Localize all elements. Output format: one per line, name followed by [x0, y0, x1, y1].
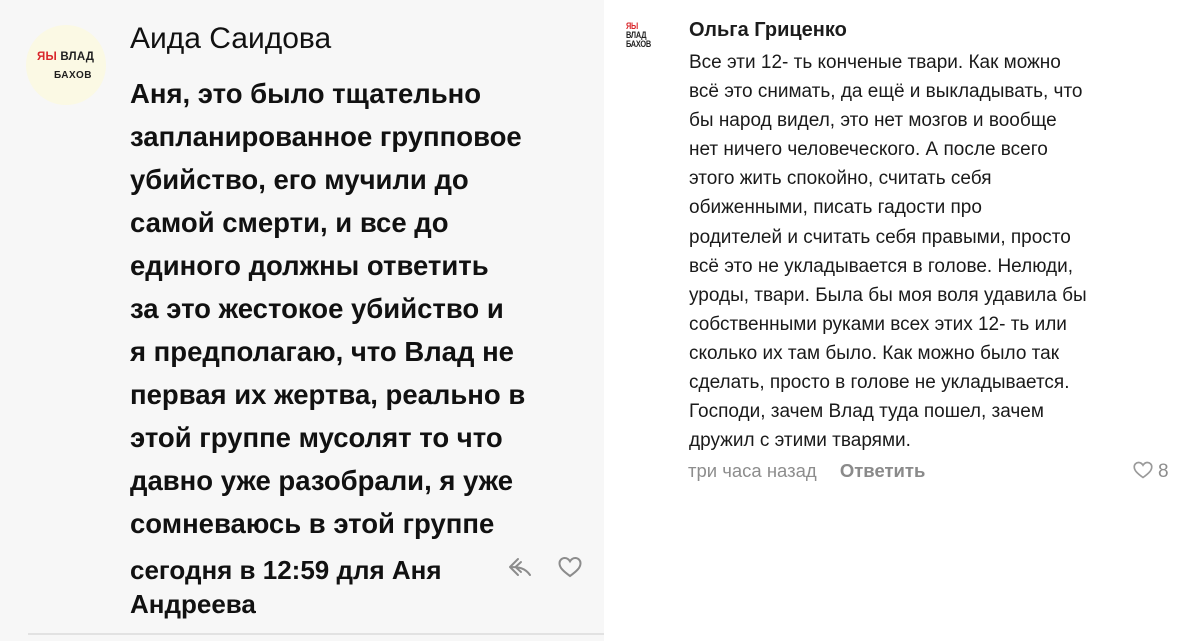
like-button[interactable]: 8 — [1132, 460, 1169, 483]
comment-text-line: всё это снимать, да ещё и выкладывать, ч… — [689, 81, 1083, 103]
comment-text-line: уроды, твари. Была бы моя воля удавила б… — [689, 284, 1087, 306]
comment-text-line: запланированное групповое — [130, 121, 522, 152]
comment-author[interactable]: Ольга Гриценко — [689, 19, 847, 42]
comment-text-line: за это жестокое убийство и — [130, 293, 504, 324]
like-count: 8 — [1158, 461, 1169, 482]
panel-divider — [604, 0, 618, 641]
reply-button[interactable]: Ответить — [840, 460, 926, 481]
comment-text-line: бы народ видел, это нет мозгов и вообще — [689, 110, 1057, 132]
comment-text-line: давно уже разобрали, я уже — [130, 465, 514, 496]
comment-text-line: убийство, его мучили до — [130, 164, 469, 195]
comment-text-line: сколько их там было. Как можно было так — [689, 342, 1060, 364]
comment-timestamp[interactable]: сегодня в 12:59 для Аня — [130, 553, 490, 587]
avatar[interactable]: ЯЫ ВЛАД БАХОВ — [626, 22, 660, 62]
comment-text-line: я предполагаю, что Влад не — [130, 336, 514, 367]
reply-icon[interactable] — [506, 555, 534, 579]
comment-text-line: первая их жертва, реально в — [130, 379, 526, 410]
comment-text-line: самой смерти, и все до — [130, 207, 449, 238]
comment-text-line: Все эти 12- ть конченые твари. Как можно — [689, 52, 1061, 73]
avatar-logo-text: ВЛАД — [60, 51, 95, 63]
comment-text-line: единого должны ответить — [130, 250, 489, 281]
comment-reply-to[interactable]: Андреева — [130, 587, 490, 621]
comment-meta: сегодня в 12:59 для Аня Андреева — [130, 553, 490, 621]
avatar-logo-text: БАХОВ — [626, 39, 651, 49]
avatar[interactable]: ЯЫ ВЛАД БАХОВ — [26, 25, 106, 105]
comment-text-line: Аня, это было тщательно — [130, 78, 482, 109]
heart-icon — [1133, 461, 1153, 479]
avatar-logo-line2: БАХОВ — [54, 70, 92, 81]
comment-text-line: родителей и считать себя правыми, просто — [689, 226, 1071, 248]
comment-text-line: этого жить спокойно, считать себя — [689, 168, 992, 190]
comment-author[interactable]: Аида Саидова — [130, 22, 331, 56]
comment-text-line: Господи, зачем Влад туда пошел, зачем — [689, 401, 1044, 423]
comment-text-line: сомневаюсь в этой группе — [130, 508, 495, 539]
comment-text-line: сделать, просто в голове не укладывается… — [689, 372, 1070, 394]
comment-text-line: собственными руками всех этих 12- ть или — [689, 313, 1067, 335]
comment-timestamp[interactable]: три часа назад — [688, 460, 817, 481]
avatar-logo-line1: ЯЫ ВЛАД — [37, 51, 94, 63]
avatar-logo-red-text: ЯЫ — [37, 51, 57, 63]
comment-meta: три часа назад Ответить — [688, 460, 925, 482]
comment-text-line: дружил с этими тварями. — [689, 430, 911, 452]
comment-text-line: этой группе мусолят то что — [130, 422, 503, 453]
comment-text: Все эти 12- ть конченые твари. Как можно… — [689, 48, 1179, 455]
left-separator-line — [28, 633, 604, 635]
heart-icon[interactable] — [557, 555, 583, 579]
comment-text: Аня, это было тщательно запланированное … — [130, 72, 570, 545]
comment-text-line: обиженными, писать гадости про — [689, 197, 982, 219]
comment-text-line: нет ничего человеческого. А после всего — [689, 139, 1048, 161]
comment-text-line: всё это не укладывается в голове. Нелюди… — [689, 255, 1073, 277]
